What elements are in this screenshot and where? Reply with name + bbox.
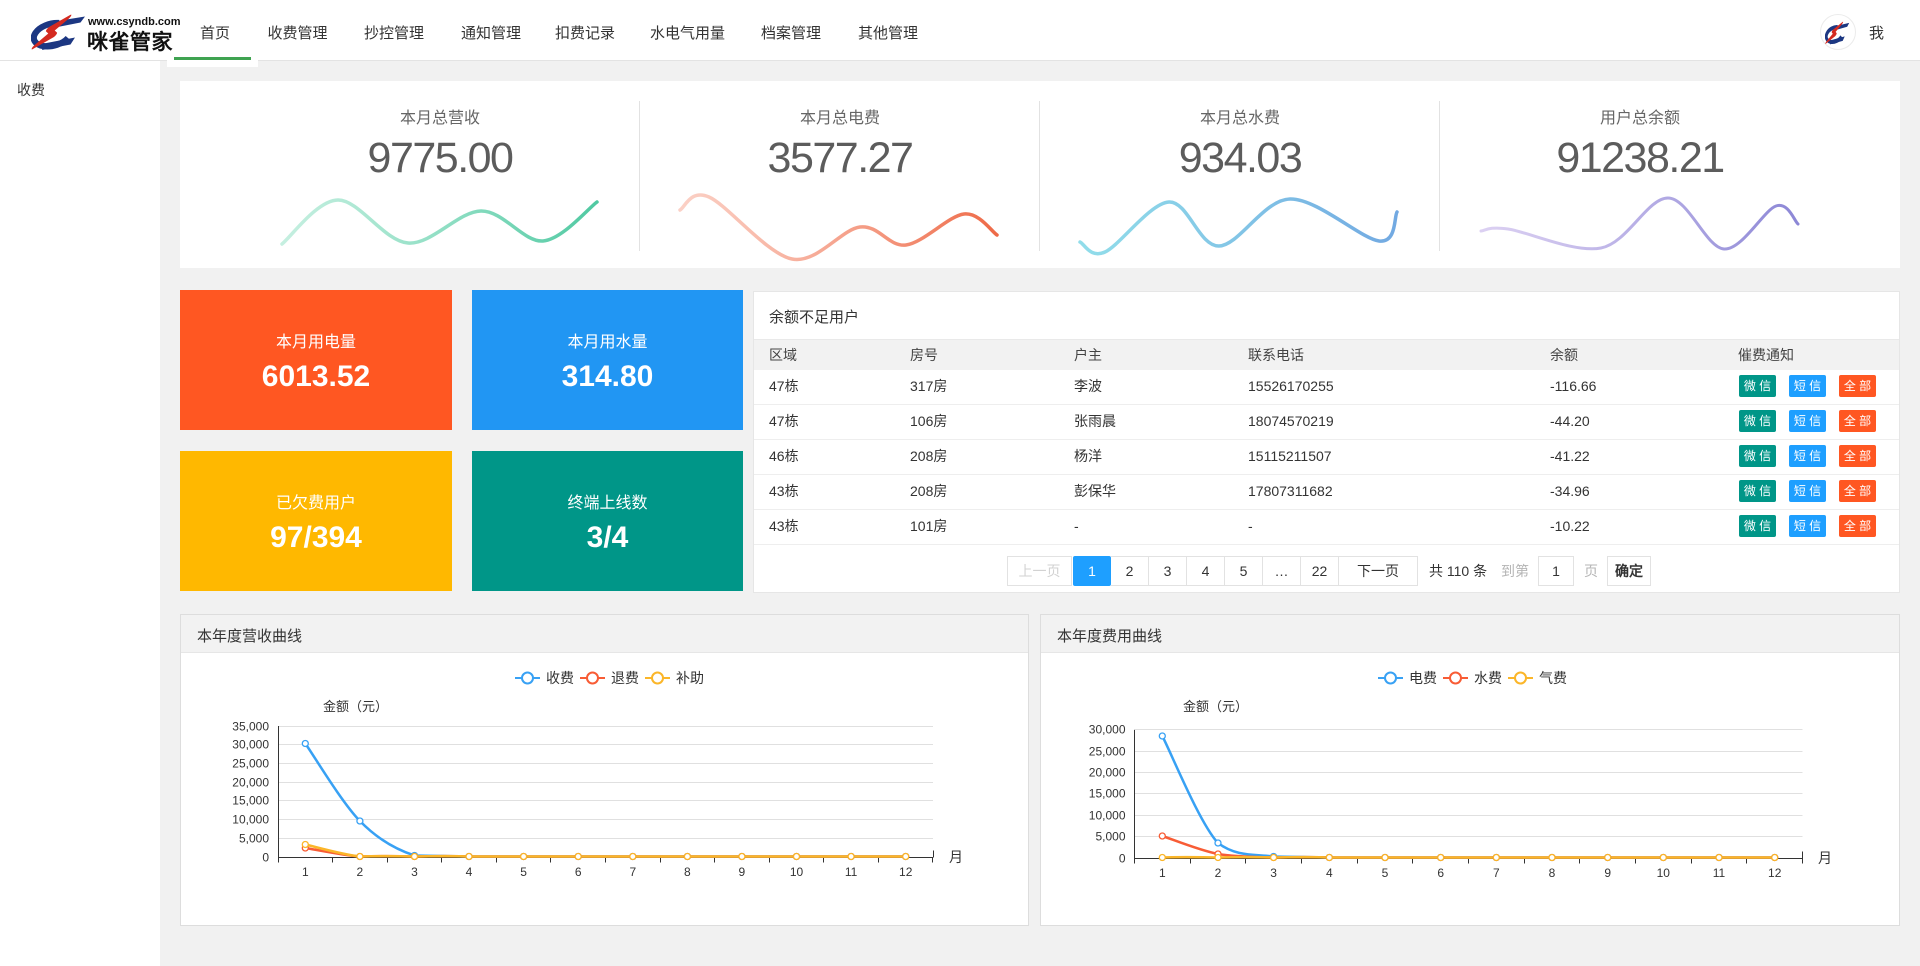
svg-text:电费: 电费 xyxy=(1409,670,1437,686)
svg-text:0: 0 xyxy=(1119,852,1126,866)
svg-text:收费: 收费 xyxy=(546,670,574,686)
svg-text:3: 3 xyxy=(1270,866,1277,880)
svg-text:1: 1 xyxy=(1159,866,1166,880)
svg-text:2: 2 xyxy=(357,865,364,879)
svg-text:10: 10 xyxy=(1657,866,1671,880)
svg-text:4: 4 xyxy=(1326,866,1333,880)
svg-text:25,000: 25,000 xyxy=(232,757,269,771)
svg-text:9: 9 xyxy=(739,865,746,879)
svg-text:水费: 水费 xyxy=(1474,670,1502,686)
svg-text:4: 4 xyxy=(466,865,473,879)
svg-text:0: 0 xyxy=(262,851,269,865)
svg-text:6: 6 xyxy=(1437,866,1444,880)
svg-text:金额（元）: 金额（元） xyxy=(1183,699,1248,714)
svg-text:5,000: 5,000 xyxy=(239,832,269,846)
svg-text:8: 8 xyxy=(1549,866,1556,880)
svg-text:20,000: 20,000 xyxy=(232,776,269,790)
svg-text:6: 6 xyxy=(575,865,582,879)
svg-text:10,000: 10,000 xyxy=(232,813,269,827)
svg-text:15,000: 15,000 xyxy=(1089,787,1126,801)
svg-text:15,000: 15,000 xyxy=(232,794,269,808)
svg-text:7: 7 xyxy=(1493,866,1500,880)
svg-text:月: 月 xyxy=(1818,850,1832,866)
svg-text:月: 月 xyxy=(949,849,963,865)
svg-text:5,000: 5,000 xyxy=(1095,830,1125,844)
svg-text:2: 2 xyxy=(1215,866,1222,880)
svg-text:10,000: 10,000 xyxy=(1089,809,1126,823)
svg-text:气费: 气费 xyxy=(1539,670,1567,686)
svg-text:12: 12 xyxy=(899,865,913,879)
svg-text:3: 3 xyxy=(411,865,418,879)
svg-text:金额（元）: 金额（元） xyxy=(323,699,388,714)
svg-text:1: 1 xyxy=(302,865,309,879)
svg-text:补助: 补助 xyxy=(676,670,704,686)
svg-text:5: 5 xyxy=(520,865,527,879)
svg-text:5: 5 xyxy=(1382,866,1389,880)
svg-text:25,000: 25,000 xyxy=(1089,745,1126,759)
svg-text:30,000: 30,000 xyxy=(232,738,269,752)
svg-text:35,000: 35,000 xyxy=(232,720,269,734)
svg-text:30,000: 30,000 xyxy=(1089,723,1126,737)
svg-text:9: 9 xyxy=(1604,866,1611,880)
svg-text:11: 11 xyxy=(1713,866,1726,880)
svg-text:退费: 退费 xyxy=(611,670,639,686)
svg-text:20,000: 20,000 xyxy=(1089,766,1126,780)
svg-text:7: 7 xyxy=(629,865,636,879)
svg-text:8: 8 xyxy=(684,865,691,879)
svg-text:10: 10 xyxy=(790,865,804,879)
svg-text:12: 12 xyxy=(1768,866,1782,880)
svg-text:11: 11 xyxy=(845,865,858,879)
